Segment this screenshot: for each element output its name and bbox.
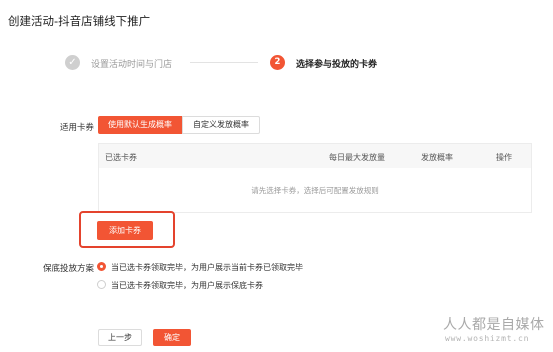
radio-show-claimed-label[interactable]: 当已选卡券领取完毕，为用户展示当前卡券已领取完毕 (111, 262, 303, 273)
table-header: 已选卡券 每日最大发放量 发放概率 操作 (99, 144, 531, 168)
prev-step-button[interactable]: 上一步 (98, 329, 142, 346)
tab-custom-probability[interactable]: 自定义发放概率 (182, 116, 260, 134)
th-selected-coupon: 已选卡券 (105, 153, 137, 162)
page-title: 创建活动-抖音店铺线下推广 (8, 14, 151, 28)
th-probability: 发放概率 (421, 153, 453, 162)
step-2-label: 选择参与投放的卡券 (296, 60, 378, 70)
watermark-main: 人人都是自媒体 (443, 317, 545, 333)
radio-show-fallback[interactable] (97, 280, 106, 289)
step-1-circle: ✓ (65, 55, 80, 70)
watermark-sub: www.woshizmt.cn (445, 334, 530, 343)
step-connector (190, 62, 258, 63)
fallback-plan-label: 保底投放方案 (43, 264, 95, 274)
th-operations: 操作 (496, 153, 512, 162)
confirm-button[interactable]: 确定 (153, 329, 191, 346)
step-2-circle: 2 (270, 55, 285, 70)
coupon-table: 已选卡券 每日最大发放量 发放概率 操作 请先选择卡券，选择后可配置发放规则 (98, 143, 532, 213)
step-1-label[interactable]: 设置活动时间与门店 (91, 57, 172, 70)
radio-show-claimed[interactable] (97, 262, 106, 271)
coupon-type-label: 适用卡券 (60, 123, 95, 133)
table-empty-text: 请先选择卡券，选择后可配置发放规则 (251, 186, 379, 195)
check-icon: ✓ (68, 57, 77, 68)
add-coupon-button[interactable]: 添加卡券 (97, 221, 153, 240)
tab-default-probability[interactable]: 使用默认生成概率 (98, 116, 182, 134)
radio-show-fallback-label[interactable]: 当已选卡券领取完毕，为用户展示保底卡券 (111, 280, 263, 291)
th-daily-max: 每日最大发放量 (329, 153, 385, 162)
